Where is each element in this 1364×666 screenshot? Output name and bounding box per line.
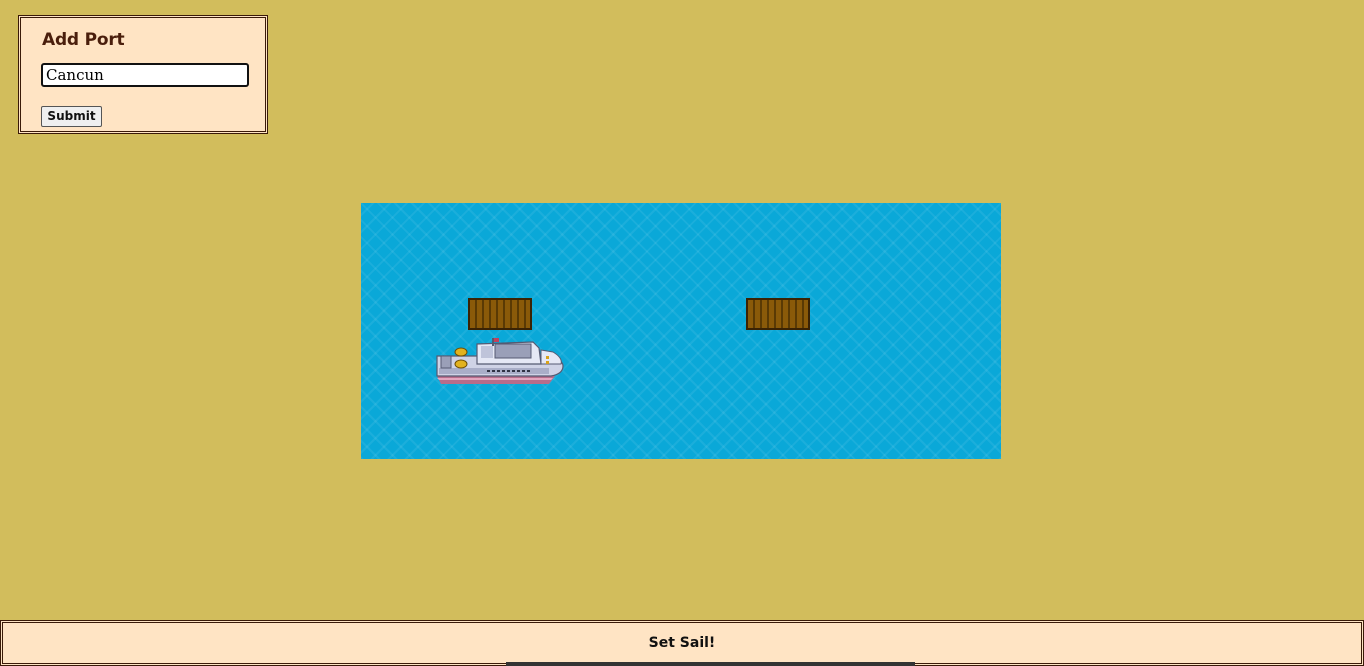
dock-left — [468, 298, 532, 330]
sea-map — [361, 203, 1001, 459]
add-port-title: Add Port — [42, 30, 125, 50]
dock-right — [746, 298, 810, 330]
set-sail-button[interactable]: Set Sail! — [0, 620, 1364, 666]
set-sail-underline — [506, 662, 915, 666]
cruise-ship — [436, 338, 564, 384]
add-port-panel: Add Port Submit — [18, 15, 268, 134]
submit-button[interactable]: Submit — [41, 106, 102, 127]
port-name-input[interactable] — [41, 63, 249, 87]
